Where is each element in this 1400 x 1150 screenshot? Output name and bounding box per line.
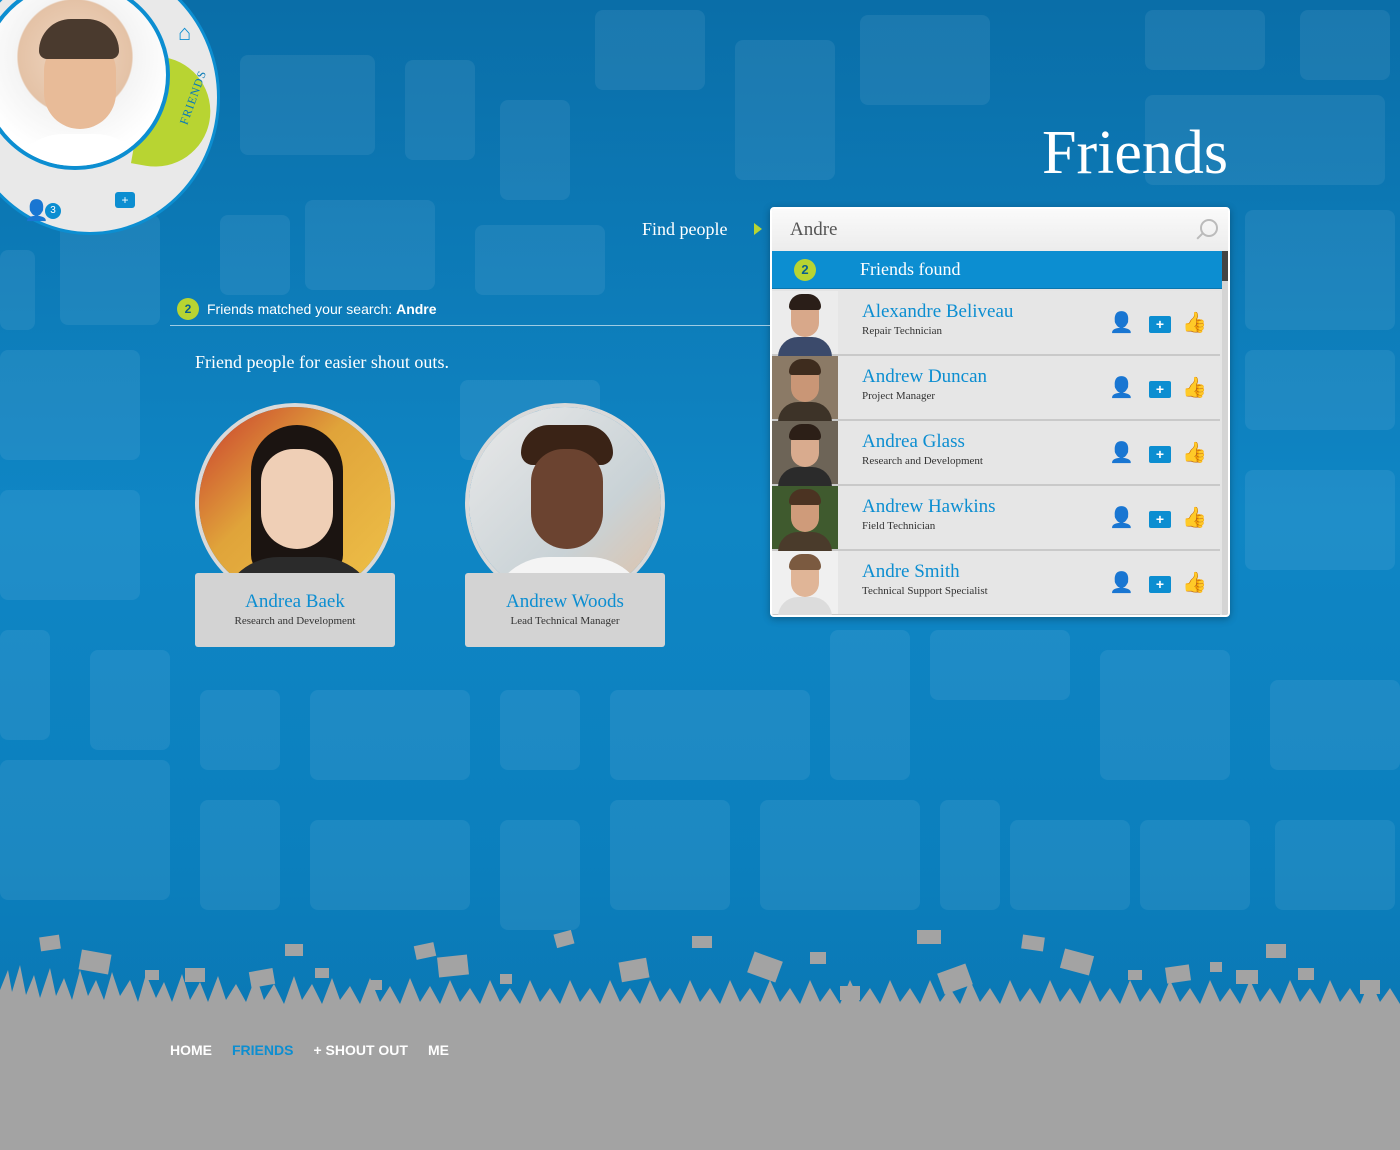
add-friend-icon[interactable]: 👤 — [1109, 571, 1134, 595]
person-name[interactable]: Andrea Glass — [862, 431, 965, 453]
search-input[interactable] — [772, 209, 1228, 251]
person-photo — [772, 421, 838, 487]
person-role: Technical Support Specialist — [862, 585, 988, 597]
footer-link-friends[interactable]: FRIENDS — [232, 1042, 293, 1058]
result-row[interactable]: Andre Smith Technical Support Specialist… — [772, 551, 1220, 615]
result-row[interactable]: Andrew Duncan Project Manager 👤 + 👍 — [772, 356, 1220, 422]
like-icon[interactable]: 👍 — [1182, 311, 1207, 335]
match-count-badge: 2 — [177, 298, 199, 320]
shout-out-icon[interactable]: + — [1148, 311, 1172, 335]
grass-decoration — [0, 930, 1400, 1020]
results-count-badge: 2 — [794, 259, 816, 281]
add-friend-icon[interactable]: 👤 — [1109, 376, 1134, 400]
shout-plus-icon[interactable]: + — [115, 192, 135, 208]
profile-menu-wheel: ⌂ FRIENDS 👤 3 + — [0, 0, 220, 235]
like-icon[interactable]: 👍 — [1182, 441, 1207, 465]
home-icon[interactable]: ⌂ — [178, 20, 191, 46]
match-summary: 2 Friends matched your search: Andre — [170, 296, 770, 326]
match-summary-label: Friends matched your search: — [207, 301, 393, 317]
friend-role: Lead Technical Manager — [510, 615, 620, 627]
shout-out-icon[interactable]: + — [1148, 376, 1172, 400]
results-scrollbar[interactable] — [1222, 251, 1228, 615]
friend-card[interactable]: Andrew Woods Lead Technical Manager — [465, 403, 665, 648]
search-icon[interactable] — [1200, 219, 1218, 237]
search-panel: 2 Friends found Alexandre Beliveau Repai… — [770, 207, 1230, 617]
friend-info: Andrew Woods Lead Technical Manager — [465, 573, 665, 647]
shout-out-icon[interactable]: + — [1148, 441, 1172, 465]
footer-nav: HOME FRIENDS + SHOUT OUT ME — [170, 1042, 469, 1058]
arrow-right-icon — [754, 223, 762, 235]
footer-link-shout-out[interactable]: + SHOUT OUT — [313, 1042, 408, 1058]
result-row[interactable]: Andrew Hawkins Field Technician 👤 + 👍 — [772, 486, 1220, 552]
person-name[interactable]: Andre Smith — [862, 561, 960, 583]
add-friend-icon[interactable]: 👤 — [1109, 311, 1134, 335]
result-row[interactable]: Andrea Glass Research and Development 👤 … — [772, 421, 1220, 487]
match-query: Andre — [396, 301, 437, 317]
footer-link-home[interactable]: HOME — [170, 1042, 212, 1058]
requests-count-badge: 3 — [45, 203, 61, 219]
find-people-label: Find people — [642, 219, 728, 239]
person-name[interactable]: Alexandre Beliveau — [862, 301, 1013, 323]
person-role: Field Technician — [862, 520, 936, 532]
add-friend-icon[interactable]: 👤 — [1109, 506, 1134, 530]
person-role: Research and Development — [862, 455, 983, 467]
page-title: Friends — [1042, 119, 1228, 187]
results-list: Alexandre Beliveau Repair Technician 👤 +… — [772, 291, 1220, 615]
footer-link-me[interactable]: ME — [428, 1042, 449, 1058]
person-role: Repair Technician — [862, 325, 942, 337]
person-name[interactable]: Andrew Duncan — [862, 366, 987, 388]
friend-card[interactable]: Andrea Baek Research and Development — [195, 403, 395, 648]
result-row[interactable]: Alexandre Beliveau Repair Technician 👤 +… — [772, 291, 1220, 357]
person-photo — [772, 486, 838, 552]
friend-name[interactable]: Andrea Baek — [195, 591, 395, 613]
person-photo — [772, 356, 838, 422]
friend-role: Research and Development — [234, 615, 356, 627]
person-photo — [772, 551, 838, 615]
friend-name[interactable]: Andrew Woods — [465, 591, 665, 613]
shout-out-icon[interactable]: + — [1148, 506, 1172, 530]
tagline: Friend people for easier shout outs. — [195, 352, 449, 372]
footer: HOME FRIENDS + SHOUT OUT ME — [0, 1010, 1400, 1150]
shout-out-icon[interactable]: + — [1148, 571, 1172, 595]
person-name[interactable]: Andrew Hawkins — [862, 496, 996, 518]
person-photo — [772, 291, 838, 357]
like-icon[interactable]: 👍 — [1182, 376, 1207, 400]
scrollbar-thumb[interactable] — [1222, 251, 1228, 281]
add-friend-icon[interactable]: 👤 — [1109, 441, 1134, 465]
results-header: 2 Friends found — [772, 251, 1222, 289]
like-icon[interactable]: 👍 — [1182, 571, 1207, 595]
friend-info: Andrea Baek Research and Development — [195, 573, 395, 647]
person-role: Project Manager — [862, 390, 935, 402]
like-icon[interactable]: 👍 — [1182, 506, 1207, 530]
match-summary-text: Friends matched your search: Andre — [207, 301, 437, 317]
results-header-label: Friends found — [860, 259, 961, 279]
